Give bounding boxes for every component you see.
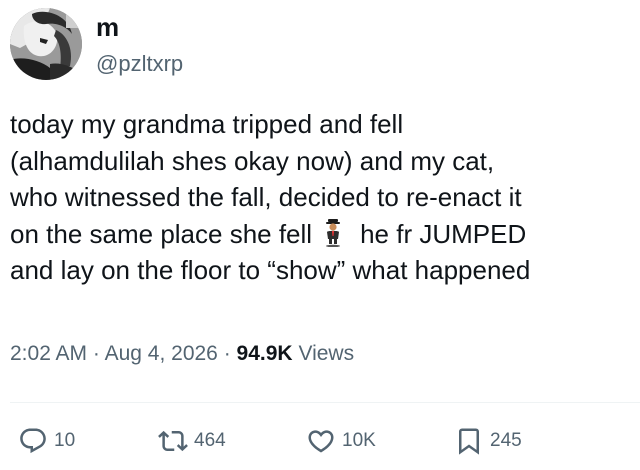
bookmark-icon [459, 428, 479, 455]
reply-icon [20, 428, 46, 454]
action-bar: 10 464 10K 245 [0, 420, 640, 466]
reply-button[interactable]: 10 [18, 426, 75, 456]
reply-count: 10 [54, 430, 76, 451]
like-count: 10K [342, 430, 376, 451]
views-label: Views [298, 342, 355, 365]
views-count: 94.9K [236, 342, 293, 365]
tweet-line: who witnessed the fall, decided to re-en… [10, 182, 522, 212]
bookmark-count: 245 [490, 430, 522, 451]
meta-separator: · [92, 342, 100, 365]
avatar[interactable] [10, 8, 82, 80]
tweet-line: and lay on the floor to “show” what happ… [10, 255, 531, 285]
divider [10, 402, 640, 403]
tweet-line-with-emoji: on the same place she fell he fr JUMPED [10, 216, 635, 253]
tweet-line: today my grandma tripped and fell [10, 109, 404, 139]
avatar-image [10, 8, 82, 80]
tweet-time[interactable]: 2:02 AM [10, 342, 87, 365]
tweet-text: today my grandma tripped and fell (alham… [10, 106, 635, 289]
user-handle[interactable]: @pzltxrp [96, 50, 183, 78]
display-name[interactable]: m [96, 12, 119, 42]
retweet-icon [158, 430, 188, 452]
bookmark-button[interactable]: 245 [454, 426, 522, 456]
tweet-meta: 2:02 AM · Aug 4, 2026 · 94.9K Views [10, 340, 354, 368]
like-button[interactable]: 10K [306, 426, 376, 456]
heart-icon [308, 430, 334, 453]
tweet-header: m @pzltxrp [10, 8, 630, 80]
tweet-line-part: on the same place she fell [10, 218, 313, 249]
tweet-line: (alhamdulilah shes okay now) and my cat, [10, 145, 495, 176]
tweet-date[interactable]: Aug 4, 2026 [105, 342, 218, 365]
retweet-button[interactable]: 464 [158, 426, 226, 456]
person-in-suit-levitating-emoji [326, 218, 341, 247]
tweet-line-part: he fr JUMPED [360, 218, 527, 249]
retweet-count: 464 [194, 430, 226, 451]
meta-separator: · [223, 342, 231, 365]
